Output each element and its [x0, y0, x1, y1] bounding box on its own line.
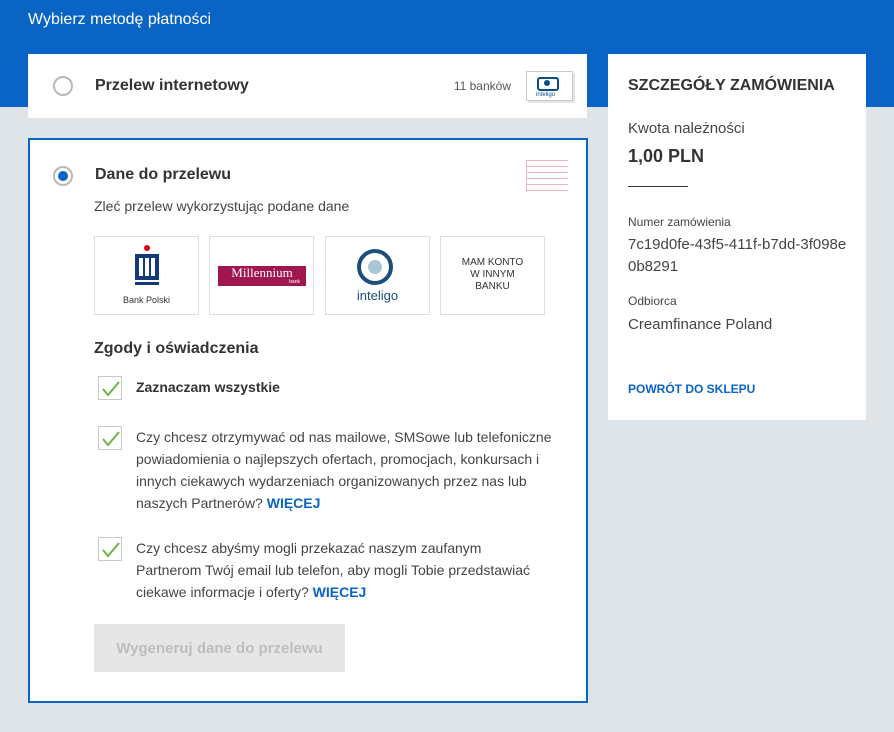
bank-thumbnail-text: inteligo [536, 92, 556, 98]
order-summary-panel: SZCZEGÓŁY ZAMÓWIENIA Kwota należności 1,… [608, 54, 866, 420]
consent-partners-more-link[interactable]: WIĘCEJ [313, 584, 367, 600]
generate-transfer-data-button[interactable]: Wygeneruj dane do przelewu [94, 624, 345, 672]
other-bank-label: MAM KONTO W INNYM BANKU [461, 257, 524, 292]
recipient-value: Creamfinance Poland [628, 316, 773, 333]
consent-marketing-label: Czy chcesz otrzymywać od nas mailowe, SM… [136, 429, 552, 511]
checkmark-icon [102, 381, 120, 397]
consent-marketing-text: Czy chcesz otrzymywać od nas mailowe, SM… [136, 426, 556, 514]
inteligo-logo-icon [357, 249, 393, 285]
amount-value: 1,00 PLN [628, 146, 705, 166]
consent-select-all-checkbox[interactable] [98, 376, 122, 400]
bank-tile-other[interactable]: MAM KONTO W INNYM BANKU [440, 236, 545, 315]
millennium-name: Millennium [231, 265, 293, 280]
payment-option-bank-transfer[interactable]: Dane do przelewu Zleć przelew wykorzystu… [28, 138, 588, 703]
back-to-shop-link[interactable]: POWRÓT DO SKLEPU [628, 382, 755, 396]
consents-title: Zgody i oświadczenia [94, 340, 259, 357]
inteligo-name: inteligo [356, 288, 399, 303]
millennium-logo: Millennium bank [218, 266, 306, 286]
consent-partners-checkbox[interactable] [98, 537, 122, 561]
bank-tile-millennium[interactable]: Millennium bank [209, 236, 314, 315]
bank-tile-inteligo[interactable]: inteligo [325, 236, 430, 315]
bank-transfer-label: Dane do przelewu [95, 166, 232, 183]
order-number-value: 7c19d0fe-43f5-411f-b7dd-3f098e0b8291 [628, 236, 847, 275]
consent-select-all-label: Zaznaczam wszystkie [136, 379, 280, 395]
amount-label: Kwota należności [628, 120, 745, 137]
order-number-label: Numer zamówienia [628, 215, 731, 229]
bank-transfer-radio[interactable] [53, 166, 73, 186]
order-summary-title: SZCZEGÓŁY ZAMÓWIENIA [628, 77, 835, 94]
consent-marketing-checkbox[interactable] [98, 426, 122, 450]
millennium-sub: bank [289, 279, 300, 285]
pko-name: Bank Polski [122, 295, 171, 305]
bank-transfer-subtitle: Zleć przelew wykorzystując podane dane [94, 198, 350, 214]
bank-count: 11 banków [453, 79, 511, 93]
payment-option-online-transfer[interactable]: Przelew internetowy 11 banków inteligo [28, 54, 587, 118]
checkmark-icon [102, 542, 120, 558]
page-title: Wybierz metodę płatności [28, 11, 212, 28]
online-transfer-label: Przelew internetowy [95, 77, 249, 94]
recipient-label: Odbiorca [628, 294, 677, 308]
online-transfer-radio[interactable] [53, 76, 73, 96]
pko-logo-icon [135, 245, 159, 285]
consent-marketing-more-link[interactable]: WIĘCEJ [267, 495, 321, 511]
checkmark-icon [102, 431, 120, 447]
consent-partners-text: Czy chcesz abyśmy mogli przekazać naszym… [136, 537, 546, 603]
bank-thumbnail-icon: inteligo [526, 71, 573, 101]
transfer-form-icon [526, 160, 568, 192]
summary-divider [628, 186, 688, 187]
bank-tile-pko[interactable]: Bank Polski [94, 236, 199, 315]
